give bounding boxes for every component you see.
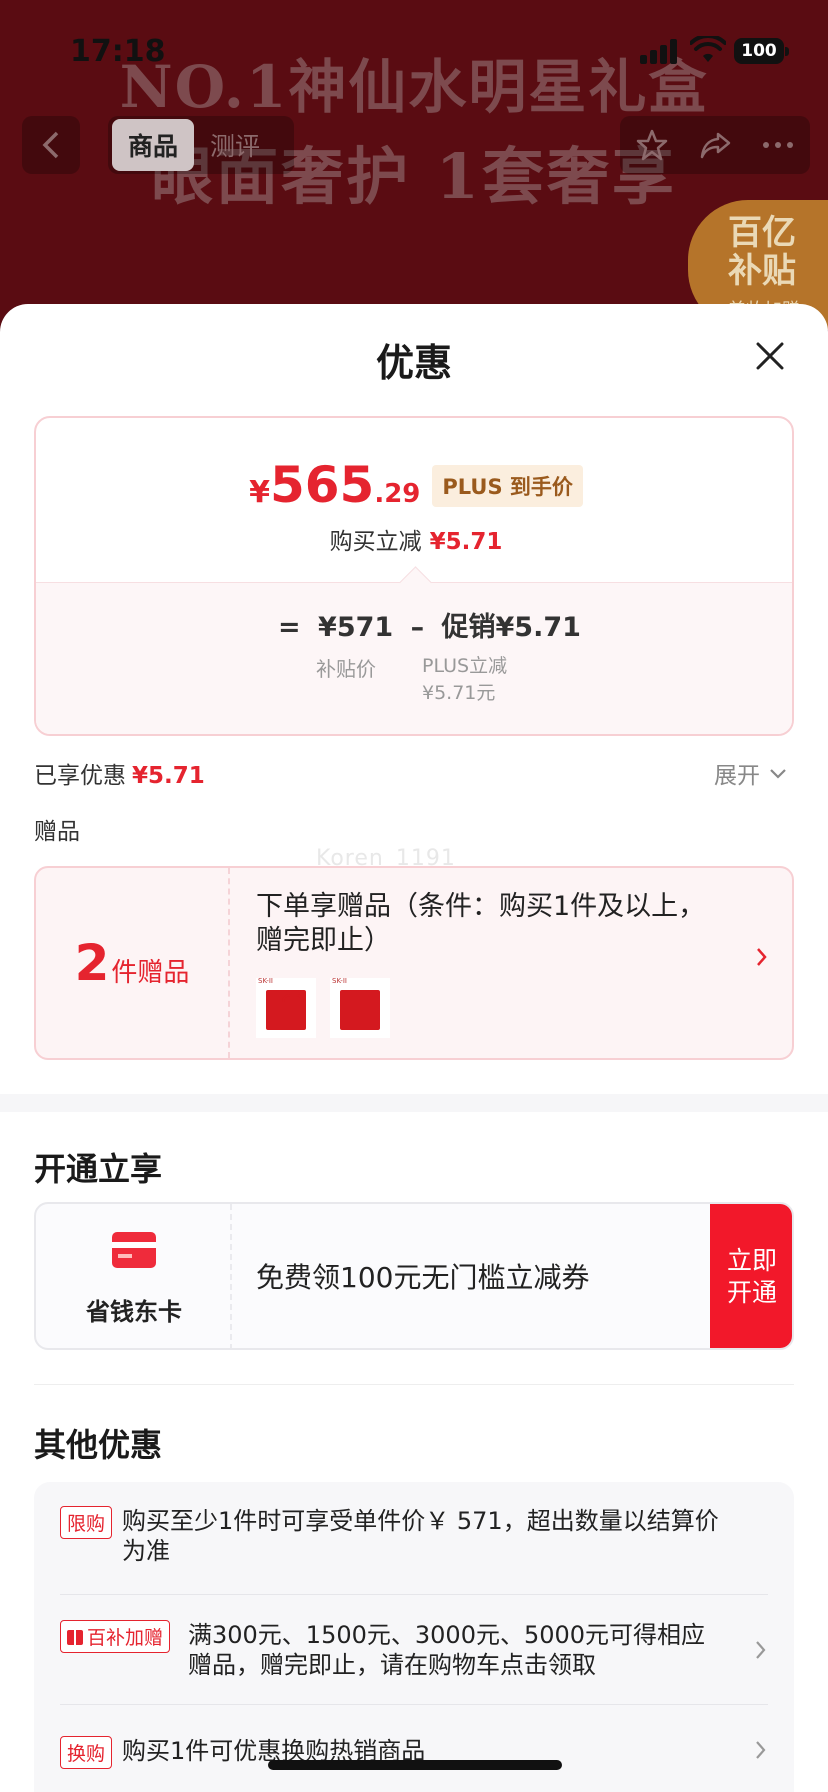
promo-detail-line-1: PLUS立减: [422, 655, 508, 677]
gift-bag-thumbnail: SK-II: [256, 977, 316, 1038]
base-price-label: 补贴价: [316, 657, 376, 681]
price-symbol: ¥: [249, 475, 270, 510]
enjoyed-value: ¥5.71: [132, 763, 205, 789]
price-breakdown-card: ¥565.29 PLUS 到手价 购买立减 ¥5.71 = ¥571 – 促销¥5…: [34, 416, 794, 736]
promo-text-limit: 购买至少1件时可享受单件价￥ 571，超出数量以结算价为准: [122, 1507, 719, 1565]
other-discounts-list: 限购 购买至少1件时可享受单件价￥ 571，超出数量以结算价为准 百补加赠 满3…: [34, 1482, 794, 1792]
gift-description: 下单享赠品（条件：购买1件及以上，赠完即止）: [256, 891, 706, 956]
final-price: ¥565.29: [249, 456, 420, 514]
plus-price-tag: PLUS 到手价: [432, 465, 583, 507]
home-indicator[interactable]: [268, 1760, 562, 1770]
promo-detail-line-2: ¥5.71元: [422, 682, 496, 704]
gift-count-unit: 件赠品: [111, 957, 190, 988]
membership-card: 省钱东卡: [36, 1204, 232, 1348]
tab-review[interactable]: 测评: [194, 119, 276, 171]
chevron-left-icon: [42, 131, 59, 159]
gift-count-number: 2: [74, 934, 110, 992]
membership-card-name: 省钱东卡: [86, 1298, 182, 1326]
gift-thumbnails: SK-II SK-II: [256, 977, 404, 1038]
promo-item-limit: 限购 购买至少1件时可享受单件价￥ 571，超出数量以结算价为准: [60, 1506, 774, 1566]
purchase-reduction: 购买立减 ¥5.71: [36, 522, 792, 556]
back-button[interactable]: [22, 116, 80, 174]
formula-equals: =: [278, 612, 301, 643]
price-formula-area: = ¥571 – 促销¥5.71 补贴价 PLUS立减 ¥5.71元: [36, 582, 792, 734]
tab-product[interactable]: 商品: [112, 119, 195, 171]
card-icon: [112, 1232, 156, 1268]
reduction-value: ¥5.71: [429, 529, 503, 555]
subsidy-line-2: 补贴: [728, 251, 796, 291]
gift-card[interactable]: 2 件赠品 下单享赠品（条件：购买1件及以上，赠完即止） SK-II SK-II: [34, 866, 794, 1060]
chevron-right-icon: [756, 1741, 766, 1759]
gift-box-thumbnail: SK-II: [330, 977, 390, 1038]
gift-icon: [67, 1630, 83, 1645]
battery-icon: 100: [734, 38, 789, 64]
promo-tag-subsidy-gift-label: 百补加赠: [87, 1627, 164, 1649]
expand-button[interactable]: 展开: [714, 756, 790, 790]
product-actions: [620, 116, 810, 174]
promo-tag-subsidy-gift: 百补加赠: [60, 1620, 171, 1653]
share-icon[interactable]: [695, 125, 735, 165]
list-divider: [60, 1594, 768, 1595]
formula-base-price: ¥571: [318, 612, 394, 643]
open-now-button[interactable]: 立即开通: [710, 1204, 792, 1348]
promo-text-subsidy-gift: 满300元、1500元、3000元、5000元可得相应赠品，赠完即止，请在购物车…: [188, 1621, 706, 1679]
discount-sheet: 优惠 ¥565.29 PLUS 到手价 购买立减 ¥5.71 = ¥571 – 促…: [0, 304, 828, 1792]
product-page-background: NO.1神仙水明星礼盒 眼面奢护 1套奢享 17:18 100 商品 测评 百亿: [0, 0, 828, 340]
sheet-title: 优惠: [375, 341, 452, 385]
list-divider: [60, 1704, 768, 1705]
formula-minus: –: [410, 612, 425, 643]
signal-icon: [640, 38, 680, 64]
more-icon[interactable]: [758, 125, 798, 165]
price-formula: = ¥571 – 促销¥5.71: [278, 605, 589, 644]
section-separator: [0, 1094, 828, 1112]
favorite-star-icon[interactable]: [632, 125, 672, 165]
final-price-area: ¥565.29 PLUS 到手价 购买立减 ¥5.71: [36, 418, 792, 582]
gift-brand-label: SK-II: [332, 977, 347, 985]
divider: [34, 1384, 794, 1385]
other-discounts-heading: 其他优惠: [34, 1426, 163, 1464]
promo-item-exchange[interactable]: 换购 购买1件可优惠换购热销商品: [60, 1736, 774, 1776]
price-decimal: .29: [374, 479, 421, 509]
enjoyed-label: 已享优惠: [34, 763, 126, 789]
subsidy-line-1: 百亿: [728, 213, 796, 253]
expand-label: 展开: [714, 763, 760, 789]
wifi-icon: [690, 36, 726, 62]
membership-offer-text: 免费领100元无门槛立减券: [256, 1261, 590, 1294]
promo-item-subsidy-gift[interactable]: 百补加赠 满300元、1500元、3000元、5000元可得相应赠品，赠完即止，…: [60, 1620, 774, 1680]
close-icon[interactable]: [748, 334, 792, 378]
status-time: 17:18: [70, 34, 166, 69]
price-integer: 565: [269, 456, 375, 514]
gift-bag-icon: [266, 990, 306, 1030]
promo-tag-limit: 限购: [60, 1506, 113, 1539]
membership-card-offer[interactable]: 省钱东卡 免费领100元无门槛立减券 立即开通: [34, 1202, 794, 1350]
status-bar: 17:18 100: [0, 0, 828, 100]
final-price-row: ¥565.29 PLUS 到手价: [36, 456, 792, 515]
gift-heading: 赠品: [34, 819, 80, 845]
gift-brand-label: SK-II: [258, 977, 273, 985]
chevron-down-icon: [770, 769, 786, 779]
formula-promo: 促销¥5.71: [441, 612, 581, 643]
gift-count: 2 件赠品: [36, 868, 230, 1058]
chevron-right-icon: [756, 1641, 766, 1659]
gift-box-icon: [340, 990, 380, 1030]
chevron-right-icon: [757, 948, 767, 966]
enjoyed-discount: 已享优惠 ¥5.71: [34, 756, 205, 790]
promo-detail-label: PLUS立减 ¥5.71元: [422, 653, 507, 707]
reduction-label: 购买立减: [329, 529, 422, 555]
product-tabs: 商品 测评: [108, 116, 294, 174]
open-membership-heading: 开通立享: [34, 1150, 163, 1188]
promo-tag-exchange: 换购: [60, 1736, 113, 1769]
